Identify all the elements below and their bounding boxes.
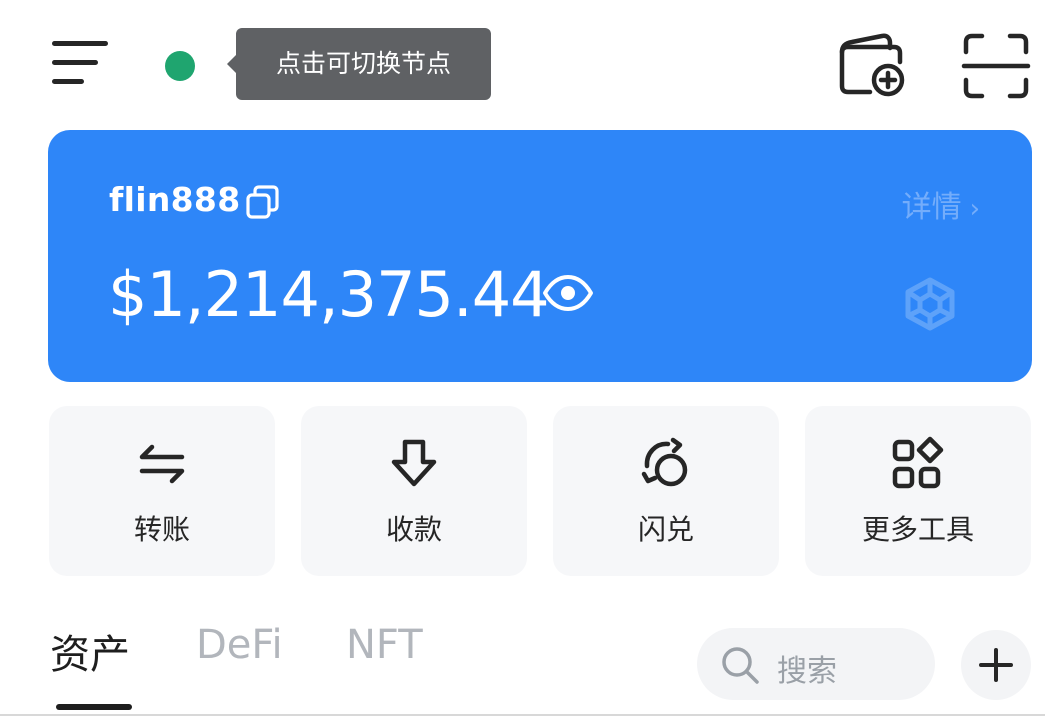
scan-icon[interactable] [960,30,1032,102]
tab-nft[interactable]: NFT [346,622,423,668]
eye-icon[interactable] [542,272,594,314]
wallet-add-icon[interactable] [836,30,908,102]
details-link[interactable]: 详情 › [902,182,980,226]
receive-label: 收款 [385,513,442,546]
menu-line [52,60,98,65]
menu-line [52,41,108,46]
chevron-right-icon: › [969,194,980,224]
swap-button[interactable]: 闪兑 [553,406,779,576]
node-switch-tooltip: 点击可切换节点 [227,28,491,100]
tab-assets[interactable]: 资产 [50,622,130,680]
menu-line [52,79,84,84]
balance-card: flin888 详情 › $1,214,375.44 [48,130,1032,382]
receive-icon [386,436,442,492]
account-name: flin888 [109,180,241,219]
plus-icon [979,648,1013,682]
more-tools-icon [890,436,946,492]
search-placeholder: 搜索 [777,654,837,689]
active-tab-indicator [56,704,132,710]
swap-label: 闪兑 [637,513,694,546]
receive-button[interactable]: 收款 [301,406,527,576]
transfer-icon [134,436,190,492]
add-asset-button[interactable] [961,630,1031,700]
transfer-label: 转账 [133,513,190,546]
copy-icon[interactable] [244,184,280,220]
chain-logo-icon [902,276,958,332]
more-tools-label: 更多工具 [861,513,974,546]
details-label: 详情 [901,190,962,225]
transfer-button[interactable]: 转账 [49,406,275,576]
search-input[interactable]: 搜索 [697,628,935,700]
search-icon [719,644,761,686]
swap-icon [638,436,694,492]
node-status-dot[interactable] [165,51,195,81]
tab-defi[interactable]: DeFi [196,622,283,668]
balance-amount: $1,214,375.44 [108,258,550,331]
more-tools-button[interactable]: 更多工具 [805,406,1031,576]
menu-button[interactable] [50,38,112,88]
